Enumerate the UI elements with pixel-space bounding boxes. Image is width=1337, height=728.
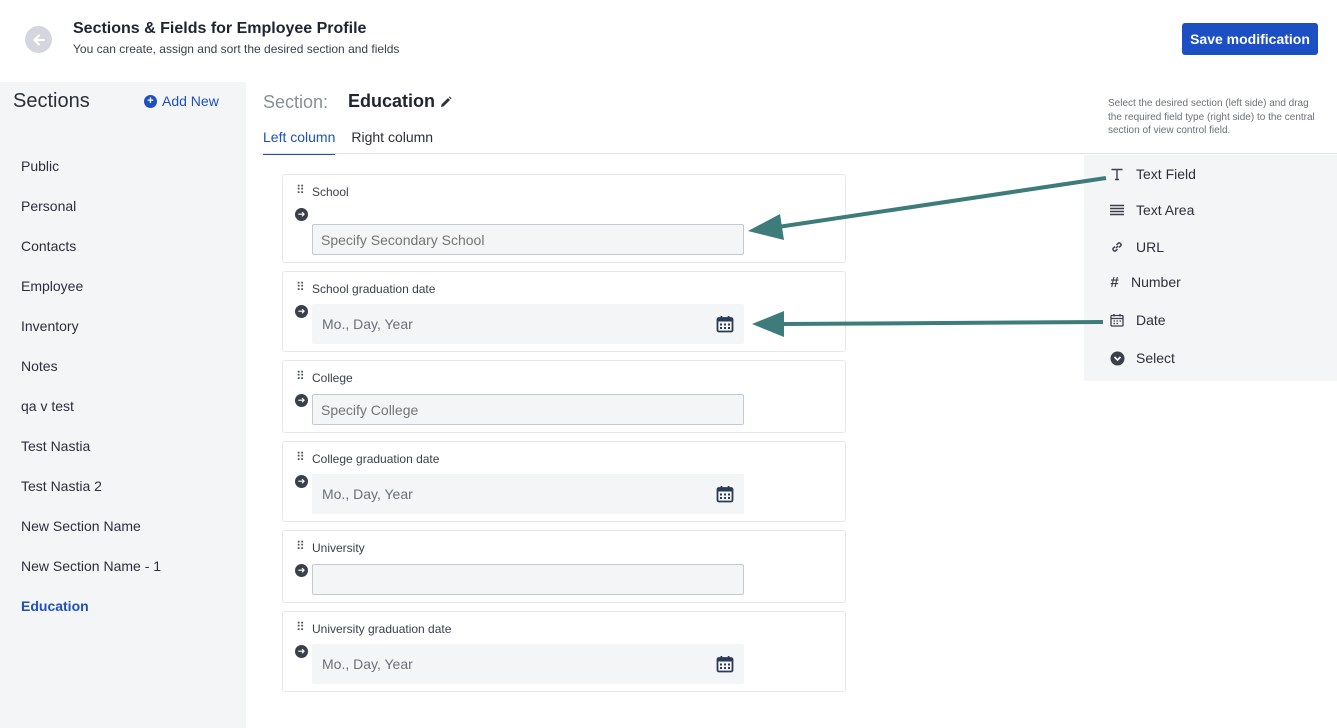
back-button[interactable] (25, 26, 52, 53)
arrow-right-circle-icon[interactable]: ➜ (295, 645, 308, 658)
arrow-right-circle-icon[interactable]: ➜ (295, 564, 308, 577)
sidebar-item-inventory[interactable]: Inventory (21, 318, 161, 358)
field-card-school[interactable]: ⠿ ➜ School (282, 174, 846, 263)
field-type-label: URL (1136, 239, 1165, 255)
school-graduation-date-input[interactable]: Mo., Day, Year (312, 304, 744, 344)
calendar-icon[interactable] (716, 485, 734, 503)
drag-handle-icon[interactable]: ⠿ (296, 369, 305, 383)
plus-circle-icon: + (144, 94, 157, 108)
tab-right-column[interactable]: Right column (351, 129, 433, 155)
field-type-label: Date (1136, 312, 1166, 328)
arrow-left-icon (32, 33, 45, 46)
field-card-college-graduation-date[interactable]: ⠿ ➜ College graduation date Mo., Day, Ye… (282, 441, 846, 522)
sidebar-item-contacts[interactable]: Contacts (21, 238, 161, 278)
field-type-date[interactable]: Date (1108, 311, 1166, 329)
date-placeholder: Mo., Day, Year (322, 656, 413, 672)
save-modification-button[interactable]: Save modification (1182, 23, 1318, 55)
arrow-right-circle-icon[interactable]: ➜ (295, 305, 308, 318)
sidebar-item-notes[interactable]: Notes (21, 358, 161, 398)
field-type-url[interactable]: URL (1108, 238, 1164, 256)
field-card-university[interactable]: ⠿ ➜ University (282, 530, 846, 603)
text-t-icon (1108, 165, 1126, 183)
drag-handle-icon[interactable]: ⠿ (296, 539, 305, 553)
add-new-label: Add New (162, 93, 219, 109)
link-icon (1108, 238, 1126, 256)
section-label: Section: (263, 92, 329, 112)
sidebar-item-test-nastia[interactable]: Test Nastia (21, 438, 161, 478)
text-area-lines-icon (1108, 201, 1126, 219)
drag-handle-icon[interactable]: ⠿ (296, 450, 305, 464)
column-tabs: Left column Right column (263, 129, 433, 155)
drag-handle-icon[interactable]: ⠿ (296, 280, 305, 294)
sidebar-item-new-section-name-1[interactable]: New Section Name - 1 (21, 558, 161, 598)
date-placeholder: Mo., Day, Year (322, 486, 413, 502)
sidebar-item-new-section-name[interactable]: New Section Name (21, 518, 161, 558)
calendar-icon[interactable] (716, 655, 734, 673)
calendar-icon (1108, 311, 1126, 329)
section-name: Education (348, 91, 436, 111)
drag-hint-text: Select the desired section (left side) a… (1108, 98, 1315, 136)
page-title: Sections & Fields for Employee Profile (73, 20, 367, 37)
university-input[interactable] (312, 564, 744, 595)
field-type-select[interactable]: Select (1108, 349, 1175, 367)
drag-handle-icon[interactable]: ⠿ (296, 183, 305, 197)
add-new-section-button[interactable]: + Add New (144, 93, 219, 109)
arrow-right-circle-icon[interactable]: ➜ (295, 394, 308, 407)
field-card-college[interactable]: ⠿ ➜ College (282, 360, 846, 433)
university-graduation-date-input[interactable]: Mo., Day, Year (312, 644, 744, 684)
drag-handle-icon[interactable]: ⠿ (296, 620, 305, 634)
sidebar-item-personal[interactable]: Personal (21, 198, 161, 238)
chevron-circle-icon (1108, 349, 1126, 367)
page-subtitle: You can create, assign and sort the desi… (73, 42, 400, 56)
field-type-number[interactable]: # Number (1108, 273, 1181, 291)
hash-icon: # (1110, 273, 1119, 291)
sidebar-item-qa-v-test[interactable]: qa v test (21, 398, 161, 438)
field-type-text-area[interactable]: Text Area (1108, 201, 1194, 219)
sidebar-title: Sections (13, 90, 90, 112)
tab-left-column[interactable]: Left column (263, 129, 336, 155)
college-graduation-date-input[interactable]: Mo., Day, Year (312, 474, 744, 514)
field-type-label: Select (1136, 350, 1175, 366)
field-type-label: Number (1131, 274, 1181, 290)
arrow-right-circle-icon[interactable]: ➜ (295, 208, 308, 221)
field-label: University graduation date (312, 622, 452, 636)
calendar-icon[interactable] (716, 315, 734, 333)
field-label: School graduation date (312, 282, 436, 296)
pencil-icon[interactable] (438, 95, 453, 110)
field-type-label: Text Field (1136, 166, 1196, 182)
school-input[interactable] (312, 224, 744, 255)
sections-sidebar: Sections + Add New Public Personal Conta… (0, 82, 246, 728)
field-types-panel: Text Field Text Area URL # Number Date S… (1084, 155, 1337, 381)
sections-list: Public Personal Contacts Employee Invent… (21, 158, 161, 638)
field-type-label: Text Area (1136, 202, 1195, 218)
sidebar-item-employee[interactable]: Employee (21, 278, 161, 318)
college-input[interactable] (312, 394, 744, 425)
field-label: College graduation date (312, 452, 440, 466)
date-placeholder: Mo., Day, Year (322, 316, 413, 332)
field-label: School (312, 185, 349, 199)
sidebar-item-test-nastia-2[interactable]: Test Nastia 2 (21, 478, 161, 518)
field-card-university-graduation-date[interactable]: ⠿ ➜ University graduation date Mo., Day,… (282, 611, 846, 692)
sidebar-item-public[interactable]: Public (21, 158, 161, 198)
sidebar-item-education[interactable]: Education (21, 598, 161, 638)
field-label: College (312, 371, 353, 385)
field-label: University (312, 541, 365, 555)
field-card-school-graduation-date[interactable]: ⠿ ➜ School graduation date Mo., Day, Yea… (282, 271, 846, 352)
field-type-text-field[interactable]: Text Field (1108, 165, 1196, 183)
arrow-right-circle-icon[interactable]: ➜ (295, 475, 308, 488)
tabs-divider (263, 153, 1337, 154)
